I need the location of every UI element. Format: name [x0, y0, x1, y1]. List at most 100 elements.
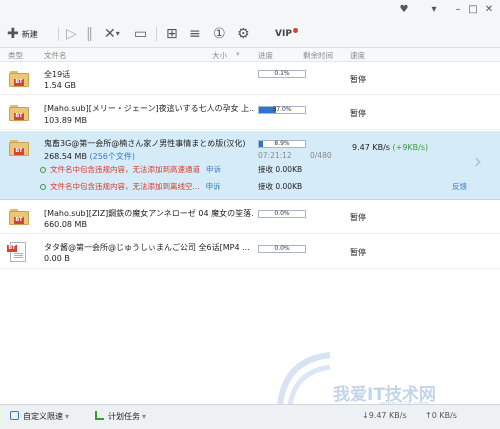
sub-message: 文件名中包含违规内容，无法添加到高速通道 — [50, 165, 200, 174]
task-name: 全19话 — [44, 70, 71, 79]
task-row-selected[interactable]: BT 鬼畜3G@第一会所@楠さん家ノ男性事情まとめ版(汉化) 268.54 MB… — [0, 131, 500, 200]
schedule-task-button[interactable]: 计划任务 ▾ — [95, 411, 146, 422]
pause-button[interactable]: ‖ — [86, 24, 93, 44]
column-header: 类型 文件名 大小 ▾ 进度 剩余时间 速度 — [0, 48, 500, 62]
open-folder-button[interactable]: ▭ — [134, 24, 147, 44]
progress-text: 0.0% — [274, 210, 290, 217]
speed-boost: (+9KB/s) — [392, 143, 429, 152]
elapsed-time: 07:21:12 — [258, 151, 292, 160]
task-size: 1.54 GB — [44, 81, 77, 90]
receive-amount: 接收 0.00KB — [258, 165, 303, 174]
view-button[interactable]: ⊞ — [166, 24, 178, 44]
delete-dropdown-icon: ▾ — [115, 29, 120, 38]
watermark-text: 我爱IT技术网 — [333, 385, 436, 405]
progress-text: 37.0% — [272, 106, 292, 113]
col-filename[interactable]: 文件名 — [44, 50, 67, 61]
vip-label: VIP — [275, 29, 292, 39]
one-icon: ① — [213, 26, 226, 42]
toolbar: ✚ 新建 ▷ ‖ ✕ ▾ ▭ ⊞ ≡ ① ⚙ VIP — [0, 20, 500, 48]
task-size: 660.08 MB — [44, 220, 87, 229]
gear-icon: ⚙ — [237, 26, 250, 42]
task-name: タタ酱@第一会所@じゅうしぃまんご公司 全6话[MP4 ... — [44, 243, 250, 252]
start-button[interactable]: ▷ — [66, 24, 77, 44]
appeal-link[interactable]: 申诉 — [206, 182, 221, 191]
task-size: 0.00 B — [44, 254, 70, 263]
col-progress[interactable]: 进度 — [258, 50, 273, 61]
task-speed: 9.47 KB/s (+9KB/s) — [352, 143, 428, 152]
grid-icon: ⊞ — [166, 26, 178, 42]
minimize-icon[interactable]: – — [452, 4, 464, 16]
single-task-button[interactable]: ① — [213, 24, 226, 44]
task-size: 103.89 MB — [44, 116, 87, 125]
toolbar-divider — [156, 27, 157, 41]
sort-down-icon: ▾ — [236, 50, 240, 58]
task-name: 鬼畜3G@第一会所@楠さん家ノ男性事情まとめ版(汉化) — [44, 139, 246, 148]
file-count[interactable]: (256个文件) — [89, 152, 135, 161]
task-status: 暂停 — [350, 213, 366, 222]
progress-bar: 0.1% — [258, 70, 306, 78]
peer-count: 0/480 — [310, 151, 332, 160]
settings-button[interactable]: ⚙ — [237, 24, 250, 44]
status-bar: 自定义限速 ▾ 计划任务 ▾ ↓9.47 KB/s ↑0 KB/s — [0, 404, 500, 429]
col-size[interactable]: 大小 — [212, 50, 227, 61]
maximize-icon[interactable]: □ — [467, 4, 479, 16]
sub-message: 文件名中包含违规内容，无法添加到离线空... — [50, 182, 200, 191]
new-icon: ✚ — [7, 26, 19, 42]
custom-speed-limit-button[interactable]: 自定义限速 ▾ — [10, 411, 69, 422]
sort-button[interactable]: ≡ — [189, 24, 201, 44]
custom-speed-label: 自定义限速 — [23, 412, 63, 421]
new-label: 新建 — [21, 29, 38, 39]
vip-badge-dot — [292, 27, 298, 33]
vip-button[interactable]: VIP — [272, 24, 298, 44]
task-row[interactable]: BT [Maho.sub][ZIZ]鋼鉄の魔女アンネローゼ 04 魔女の筌落..… — [0, 201, 500, 234]
expand-chevron-icon[interactable]: › — [474, 151, 482, 171]
task-status: 暂停 — [350, 109, 366, 118]
new-task-button[interactable]: ✚ 新建 — [7, 24, 38, 44]
task-name: [Maho.sub][メリー・ジェーン]夜這いする七人の孕女 上... — [44, 104, 254, 113]
play-icon: ▷ — [66, 26, 77, 42]
task-row[interactable]: BT タタ酱@第一会所@じゅうしぃまんご公司 全6话[MP4 ... 0.00 … — [0, 235, 500, 269]
bt-folder-icon: BT — [9, 209, 29, 225]
menu-icon[interactable]: ▾ — [428, 4, 440, 16]
download-arrow-icon: ↓ — [362, 411, 369, 420]
delete-button[interactable]: ✕ ▾ — [104, 24, 120, 44]
close-icon[interactable]: ✕ — [483, 4, 495, 16]
delete-icon: ✕ — [104, 26, 116, 42]
progress-bar: 0.0% — [258, 245, 306, 253]
schedule-label: 计划任务 — [108, 412, 140, 421]
up-speed-indicator: ↑0 KB/s — [425, 411, 457, 420]
receive-amount: 接收 0.00KB — [258, 182, 303, 191]
dropdown-icon: ▾ — [142, 412, 147, 421]
bt-folder-icon: BT — [9, 140, 29, 156]
status-circle-icon — [40, 167, 46, 173]
status-circle-icon — [40, 184, 46, 190]
total-down-speed: 9.47 KB/s — [368, 411, 407, 420]
progress-bar: 0.0% — [258, 210, 306, 218]
feedback-link[interactable]: 反馈 — [452, 181, 467, 192]
progress-text: 0.1% — [274, 70, 290, 77]
col-speed[interactable]: 速度 — [350, 50, 365, 61]
progress-bar: 8.9% — [258, 140, 306, 148]
toolbar-divider — [58, 27, 59, 41]
skin-icon[interactable]: ♥ — [398, 4, 410, 16]
sub-row-offline: 文件名中包含违规内容，无法添加到离线空... 申诉 — [40, 181, 221, 192]
download-speed: 9.47 KB/s — [352, 143, 390, 152]
task-row[interactable]: BT 全19话 1.54 GB 0.1% 暂停 — [0, 63, 500, 95]
col-type[interactable]: 类型 — [8, 50, 23, 61]
appeal-link[interactable]: 申诉 — [206, 165, 221, 174]
down-speed-indicator: ↓9.47 KB/s — [362, 411, 407, 420]
task-size: 268.54 MB (256个文件) — [44, 151, 135, 162]
folder-icon: ▭ — [134, 26, 148, 42]
schedule-icon — [95, 411, 104, 420]
sub-row-high-speed: 文件名中包含违规内容，无法添加到高速通道 申诉 — [40, 164, 221, 175]
col-remaining[interactable]: 剩余时间 — [303, 50, 333, 61]
task-status: 暂停 — [350, 75, 366, 84]
bt-folder-icon: BT — [9, 71, 29, 87]
total-up-speed: 0 KB/s — [431, 411, 457, 420]
progress-bar: 37.0% — [258, 106, 306, 114]
task-row[interactable]: BT [Maho.sub][メリー・ジェーン]夜這いする七人の孕女 上... 1… — [0, 96, 500, 130]
watermark: 我爱IT技术网 www.52ij.com — [275, 350, 495, 410]
sort-icon: ≡ — [189, 26, 201, 42]
dropdown-icon: ▾ — [65, 412, 70, 421]
speed-limit-icon — [10, 411, 19, 420]
